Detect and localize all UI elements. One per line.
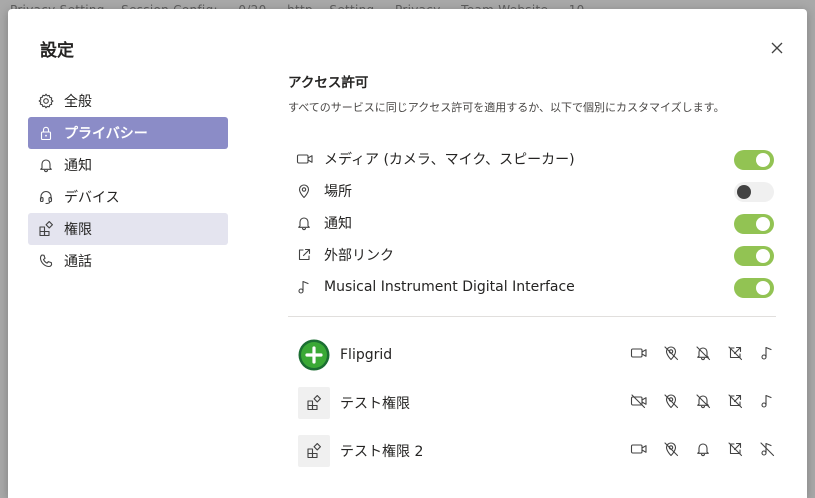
sidebar-item-3[interactable]: デバイス: [28, 181, 228, 213]
phone-icon: [28, 253, 64, 269]
music-note-icon: [751, 345, 783, 361]
app-permission-icons: [623, 345, 783, 361]
settings-dialog: 設定 全般 プライバシー 通知 デバイス 権限 通話 アクセス許可 すべてのサービスに同じ…: [8, 9, 807, 498]
permission-toggle[interactable]: [734, 182, 774, 202]
sidebar-item-label: デバイス: [64, 190, 120, 206]
lock-icon: [28, 125, 64, 141]
app-name: Flipgrid: [340, 347, 393, 363]
sidebar-item-0[interactable]: 全般: [28, 85, 228, 117]
permissions-panel: アクセス許可 すべてのサービスに同じアクセス許可を適用するか、以下で個別にカスタ…: [288, 71, 778, 475]
toggle-knob: [737, 185, 751, 199]
close-icon: [771, 42, 783, 54]
slashed-location-icon: [655, 441, 687, 457]
permission-label: Musical Instrument Digital Interface: [324, 279, 575, 295]
permission-row: Musical Instrument Digital Interface: [288, 271, 778, 303]
camera-icon: [623, 345, 655, 361]
sidebar-item-5[interactable]: 通話: [28, 245, 228, 277]
slashed-camera-icon: [623, 393, 655, 409]
sidebar-item-label: プライバシー: [64, 126, 148, 142]
sidebar-item-label: 全般: [64, 94, 92, 110]
slashed-music-note-icon: [751, 441, 783, 457]
permission-toggle[interactable]: [734, 246, 774, 266]
music-note-icon: [751, 393, 783, 409]
sidebar-item-2[interactable]: 通知: [28, 149, 228, 181]
app-permission-icons: [623, 441, 783, 457]
camera-icon: [623, 441, 655, 457]
permission-row: 外部リンク: [288, 239, 778, 271]
permission-toggle[interactable]: [734, 214, 774, 234]
divider: [288, 316, 776, 317]
app-generic-icon: [298, 387, 330, 419]
permission-row: 場所: [288, 175, 778, 207]
permission-label: 通知: [324, 216, 352, 232]
app-permission-icons: [623, 393, 783, 409]
apps-icon: [28, 221, 64, 237]
slashed-external-link-icon: [719, 393, 751, 409]
camera-icon: [288, 151, 324, 167]
permission-row: メディア (カメラ、マイク、スピーカー): [288, 143, 778, 175]
slashed-location-icon: [655, 393, 687, 409]
slashed-external-link-icon: [719, 345, 751, 361]
permission-label: メディア (カメラ、マイク、スピーカー): [324, 152, 575, 168]
settings-sidebar: 全般プライバシー 通知デバイス権限通話: [28, 85, 228, 277]
flipgrid-logo-icon: [298, 339, 330, 371]
bell-icon: [687, 441, 719, 457]
sidebar-item-label: 通話: [64, 254, 92, 270]
app-row[interactable]: Flipgrid: [288, 331, 778, 379]
music-note-icon: [288, 279, 324, 295]
sidebar-item-label: 通知: [64, 158, 92, 174]
dialog-title: 設定: [40, 41, 74, 61]
toggle-knob: [756, 217, 770, 231]
section-title: アクセス許可: [288, 75, 369, 91]
location-icon: [288, 183, 324, 199]
app-row[interactable]: テスト権限: [288, 379, 778, 427]
toggle-knob: [756, 249, 770, 263]
slashed-external-link-icon: [719, 441, 751, 457]
bell-icon: [28, 157, 64, 173]
permission-toggle[interactable]: [734, 150, 774, 170]
app-name: テスト権限 2: [340, 444, 424, 460]
close-button[interactable]: [766, 37, 788, 59]
gear-icon: [28, 93, 64, 109]
app-permission-list: Flipgrid テスト権限テスト権限 2: [288, 331, 778, 475]
sidebar-item-4[interactable]: 権限: [28, 213, 228, 245]
bell-icon: [288, 215, 324, 231]
headset-icon: [28, 189, 64, 205]
app-name: テスト権限: [340, 396, 410, 412]
permission-label: 場所: [324, 184, 352, 200]
sidebar-item-label: 権限: [64, 222, 92, 238]
app-generic-icon: [298, 435, 330, 467]
slashed-bell-icon: [687, 393, 719, 409]
section-description: すべてのサービスに同じアクセス許可を適用するか、以下で個別にカスタマイズします。: [288, 101, 725, 114]
permission-toggle[interactable]: [734, 278, 774, 298]
permission-row: 通知: [288, 207, 778, 239]
app-row[interactable]: テスト権限 2: [288, 427, 778, 475]
permission-label: 外部リンク: [324, 248, 394, 264]
permission-list: メディア (カメラ、マイク、スピーカー) 場所通知外部リンク Musical Ins…: [288, 143, 778, 303]
toggle-knob: [756, 281, 770, 295]
slashed-bell-icon: [687, 345, 719, 361]
slashed-location-icon: [655, 345, 687, 361]
toggle-knob: [756, 153, 770, 167]
sidebar-item-1[interactable]: プライバシー: [28, 117, 228, 149]
external-link-icon: [288, 247, 324, 263]
